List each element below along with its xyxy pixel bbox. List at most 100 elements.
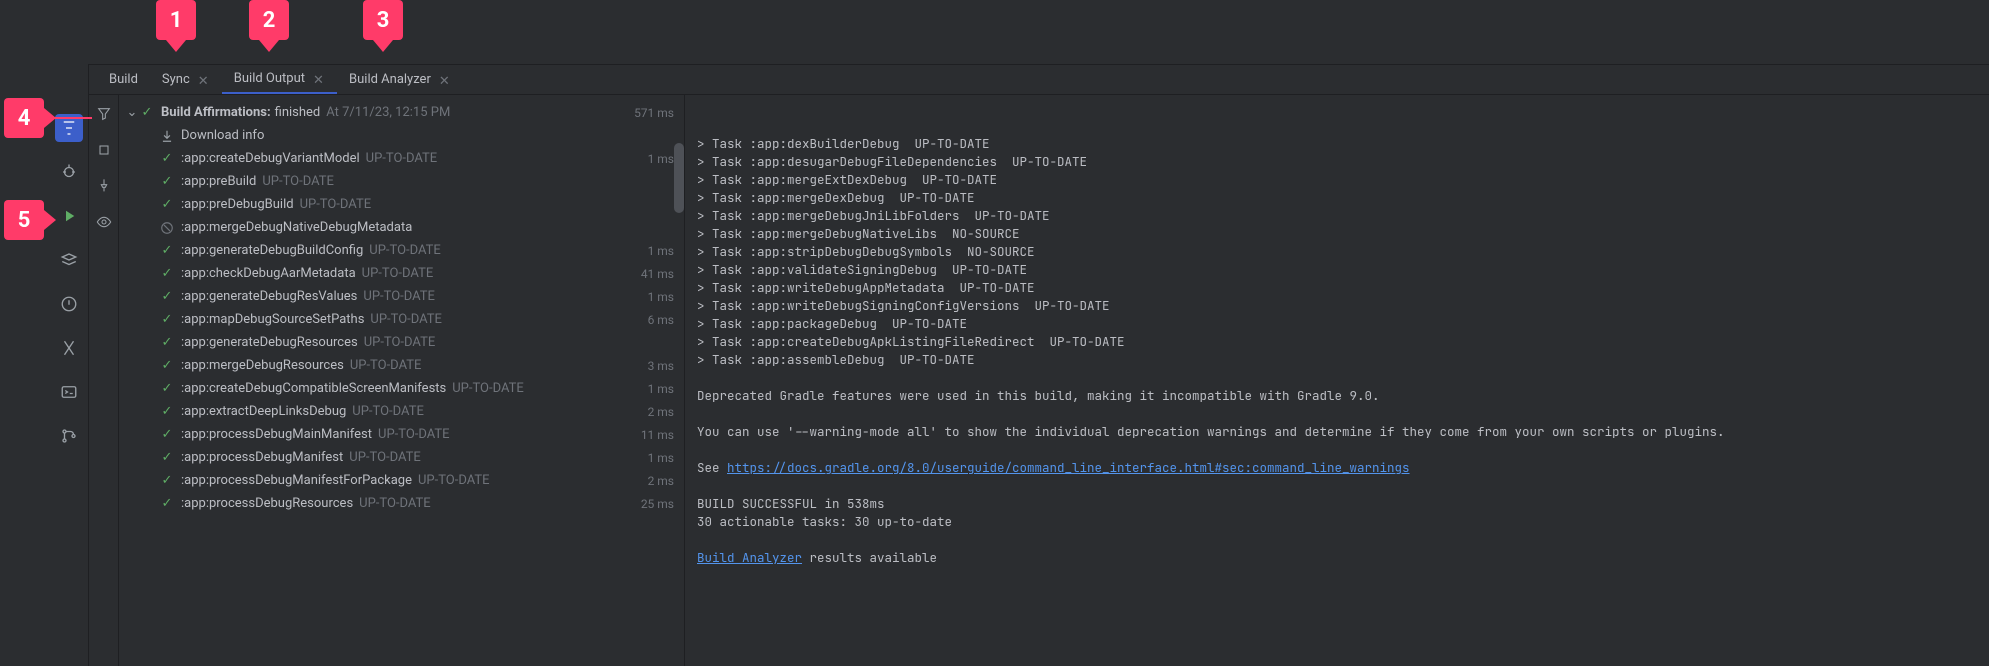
- task-time: 6 ms: [648, 313, 674, 327]
- activity-problems-button[interactable]: [55, 290, 83, 318]
- task-name: :app:generateDebugResValues: [181, 289, 357, 304]
- task-row[interactable]: ✓:app:processDebugManifestUP-TO-DATE1 ms: [119, 446, 684, 469]
- activity-profiler-button[interactable]: [55, 334, 83, 362]
- task-name: :app:generateDebugBuildConfig: [181, 243, 363, 258]
- pin-icon[interactable]: [93, 175, 115, 197]
- root-finished: finished: [275, 105, 321, 120]
- root-meta: At 7/11/23, 12:15 PM: [326, 105, 450, 120]
- task-row[interactable]: ✓:app:processDebugResourcesUP-TO-DATE25 …: [119, 492, 684, 515]
- check-icon: ✓: [159, 289, 175, 305]
- tab-sync[interactable]: Sync ✕: [150, 65, 222, 94]
- task-time: 1 ms: [648, 290, 674, 304]
- activity-terminal-button[interactable]: [55, 378, 83, 406]
- task-row[interactable]: ✓:app:processDebugManifestForPackageUP-T…: [119, 469, 684, 492]
- tab-label: Sync: [162, 72, 190, 87]
- console-line: > Task :app:mergeExtDexDebug UP-TO-DATE: [697, 171, 1977, 189]
- console-line: > Task :app:mergeDebugNativeLibs NO-SOUR…: [697, 225, 1977, 243]
- task-time: 2 ms: [648, 405, 674, 419]
- check-icon: ✓: [159, 381, 175, 397]
- task-time: 2 ms: [648, 474, 674, 488]
- task-row[interactable]: ✓ :app:createDebugCompatibleScreenManifes…: [119, 377, 684, 400]
- task-time: 41 ms: [641, 267, 674, 281]
- check-icon: ✓: [159, 404, 175, 420]
- task-status: UP-TO-DATE: [452, 381, 524, 396]
- filter-icon[interactable]: [93, 103, 115, 125]
- task-status: UP-TO-DATE: [352, 404, 424, 419]
- console-line: > Task :app:desugarDebugFileDependencies…: [697, 153, 1977, 171]
- task-row[interactable]: ✓:app:generateDebugResourcesUP-TO-DATE: [119, 331, 684, 354]
- task-status: UP-TO-DATE: [300, 197, 372, 212]
- check-icon: ✓: [159, 174, 175, 190]
- close-icon[interactable]: ✕: [198, 74, 210, 86]
- task-name: :app:createDebugVariantModel: [181, 151, 360, 166]
- task-row[interactable]: ✓:app:preDebugBuildUP-TO-DATE: [119, 193, 684, 216]
- check-icon: ✓: [159, 312, 175, 328]
- task-name: :app:extractDeepLinksDebug: [181, 404, 346, 419]
- console-line: > Task :app:writeDebugSigningConfigVersi…: [697, 297, 1977, 315]
- task-name: :app:processDebugMainManifest: [181, 427, 372, 442]
- callout-2: 2: [249, 0, 289, 40]
- task-row[interactable]: ✓ :app:extractDeepLinksDebug UP-TO-DATE 2 m…: [119, 400, 684, 423]
- task-time: 1 ms: [648, 152, 674, 166]
- task-tree[interactable]: ⌄ ✓ Build Affirmations: finished At 7/11…: [119, 95, 685, 666]
- console-line: > Task :app:stripDebugDebugSymbols NO-SO…: [697, 243, 1977, 261]
- tree-download[interactable]: Download info: [119, 124, 684, 147]
- root-time: 571 ms: [634, 106, 674, 120]
- tree-root[interactable]: ⌄ ✓ Build Affirmations: finished At 7/11…: [119, 101, 684, 124]
- check-icon: ✓: [159, 266, 175, 282]
- task-time: 11 ms: [641, 428, 674, 442]
- console-output[interactable]: > Task :app:dexBuilderDebug UP-TO-DATE> …: [685, 95, 1989, 666]
- task-status: UP-TO-DATE: [350, 358, 422, 373]
- activity-bar: [50, 64, 88, 666]
- task-row[interactable]: ✓:app:preBuildUP-TO-DATE: [119, 170, 684, 193]
- console-link-docs[interactable]: https://docs.gradle.org/8.0/userguide/co…: [727, 459, 1410, 476]
- console-link-analyzer[interactable]: Build Analyzer: [697, 549, 802, 566]
- task-row[interactable]: ✓:app:checkDebugAarMetadataUP-TO-DATE41 …: [119, 262, 684, 285]
- skip-icon: [159, 220, 175, 236]
- task-row[interactable]: ✓:app:processDebugMainManifestUP-TO-DATE…: [119, 423, 684, 446]
- tab-bar: Build Sync ✕ Build Output ✕ Build Analyzer…: [89, 65, 1989, 95]
- download-icon: [159, 128, 175, 144]
- task-time: 3 ms: [648, 359, 674, 373]
- chevron-down-icon[interactable]: ⌄: [125, 105, 139, 120]
- activity-layer-button[interactable]: [55, 246, 83, 274]
- check-icon: ✓: [159, 473, 175, 489]
- task-name: :app:createDebugCompatibleScreenManifest…: [181, 381, 446, 396]
- tab-build-output[interactable]: Build Output ✕: [222, 65, 337, 94]
- stop-icon[interactable]: [93, 139, 115, 161]
- task-row[interactable]: :app:mergeDebugNativeDebugMetadata: [119, 216, 684, 239]
- activity-run-button[interactable]: [55, 202, 83, 230]
- tab-label: Build Output: [234, 71, 305, 86]
- task-status: UP-TO-DATE: [363, 289, 435, 304]
- task-name: :app:mergeDebugNativeDebugMetadata: [181, 220, 412, 235]
- eye-icon[interactable]: [93, 211, 115, 233]
- task-row[interactable]: ✓:app:createDebugVariantModelUP-TO-DATE1…: [119, 147, 684, 170]
- task-row[interactable]: ✓:app:generateDebugBuildConfigUP-TO-DATE…: [119, 239, 684, 262]
- tab-build[interactable]: Build: [97, 65, 150, 94]
- task-row[interactable]: ✓ :app:generateDebugResValues UP-TO-DATE 1 …: [119, 285, 684, 308]
- activity-bug-button[interactable]: [55, 158, 83, 186]
- tab-label: Build Analyzer: [349, 72, 431, 87]
- check-icon: ✓: [159, 427, 175, 443]
- task-status: UP-TO-DATE: [369, 243, 441, 258]
- console-line: [697, 477, 1977, 495]
- console-line: See https://docs.gradle.org/8.0/userguid…: [697, 459, 1977, 477]
- tab-build-analyzer[interactable]: Build Analyzer ✕: [337, 65, 463, 94]
- callout-1: 1: [156, 0, 196, 40]
- task-name: :app:generateDebugResources: [181, 335, 358, 350]
- close-icon[interactable]: ✕: [439, 74, 451, 86]
- tab-label: Build: [109, 72, 138, 87]
- console-line: > Task :app:createDebugApkListingFileRed…: [697, 333, 1977, 351]
- root-title: Build Affirmations:: [161, 105, 271, 120]
- scrollbar-thumb[interactable]: [674, 143, 684, 213]
- task-row[interactable]: ✓:app:mapDebugSourceSetPathsUP-TO-DATE6 …: [119, 308, 684, 331]
- task-time: 1 ms: [648, 244, 674, 258]
- task-row[interactable]: ✓:app:mergeDebugResourcesUP-TO-DATE3 ms: [119, 354, 684, 377]
- task-status: UP-TO-DATE: [359, 496, 431, 511]
- task-status: UP-TO-DATE: [349, 450, 421, 465]
- close-icon[interactable]: ✕: [313, 73, 325, 85]
- task-name: :app:processDebugManifestForPackage: [181, 473, 412, 488]
- task-name: :app:mergeDebugResources: [181, 358, 344, 373]
- activity-vcs-button[interactable]: [55, 422, 83, 450]
- console-line: > Task :app:dexBuilderDebug UP-TO-DATE: [697, 135, 1977, 153]
